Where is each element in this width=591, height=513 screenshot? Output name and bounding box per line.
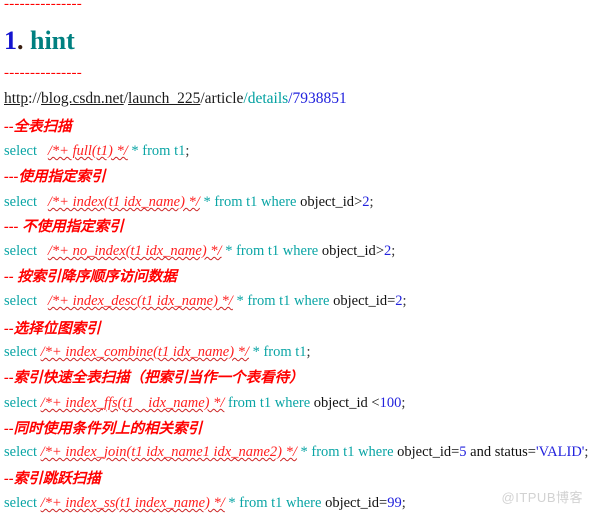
sql-index-join-string: 'VALID': [535, 444, 585, 460]
sql-index-join-body: * from t1 where: [296, 444, 398, 460]
heading-word: hint: [30, 26, 75, 55]
comment-index-combine-text: --选择位图索引: [4, 321, 101, 337]
reference-url[interactable]: http://blog.csdn.net/launch_225/article/…: [4, 89, 347, 108]
document-page: --------------- 1. hint --------------- …: [0, 0, 591, 513]
heading-number: 1: [4, 26, 17, 55]
page-title: 1. hint: [4, 26, 75, 56]
sql-index-join-predicate-2: and status=: [466, 444, 536, 460]
url-path-2: article: [204, 90, 244, 107]
url-path-4: 7938851: [292, 90, 347, 107]
sql-index-combine-hint: /*+ index_combine(t1 idx_name) */: [40, 344, 249, 360]
heading-dot: .: [17, 26, 24, 55]
comment-no-index: --- 不使用指定索引: [4, 218, 589, 236]
comment-index-combine: --选择位图索引: [4, 320, 589, 338]
sql-index-body: * from t1 where: [199, 194, 301, 210]
sql-index-ffs-terminator: ;: [401, 395, 406, 411]
sql-index-ss-hint: /*+ index_ss(t1 index_name) */: [40, 495, 225, 511]
url-host: blog.csdn.net: [41, 90, 124, 107]
sql-full-terminator: ;: [185, 143, 190, 159]
comment-full-scan-text: --全表扫描: [4, 119, 72, 135]
sql-index-desc-terminator: ;: [402, 293, 407, 309]
sql-no-index-column: object_id: [321, 243, 376, 259]
sql-index-desc: select /*+ index_desc(t1 idx_name) */ * …: [4, 292, 589, 310]
sql-no-index-body: * from t1 where: [221, 243, 322, 259]
url-path-3: details: [247, 90, 289, 107]
sql-no-index-gap: [37, 243, 48, 259]
comment-full-scan: --全表扫描: [4, 118, 589, 136]
sql-index-join-hint: /*+ index_join(t1 idx_name1 idx_name2) *…: [40, 444, 297, 460]
sql-index-join: select /*+ index_join(t1 idx_name1 idx_n…: [4, 443, 589, 461]
comment-index-ss: --索引跳跃扫描: [4, 470, 589, 488]
divider-middle: ---------------: [4, 65, 82, 81]
sql-index-ffs-column: object_id: [313, 395, 372, 411]
comment-index-ffs: --索引快速全表扫描（把索引当作一个表看待）: [4, 369, 589, 387]
sql-index-join-keyword: select: [4, 444, 38, 460]
comment-index-desc: -- 按索引降序顺序访问数据: [4, 268, 589, 286]
sql-index-desc-keyword: select: [4, 293, 38, 309]
watermark: @ITPUB博客: [501, 490, 583, 505]
sql-no-index-keyword: select: [4, 243, 38, 259]
sql-index-combine-body: * from t1: [248, 344, 307, 360]
url-path-1: launch_225: [128, 90, 201, 107]
sql-index-ss-column: object_id: [325, 495, 380, 511]
sql-index-desc-column: object_id: [333, 293, 388, 309]
url-separator: ://: [28, 90, 42, 107]
sql-index-ss-value: 99: [387, 495, 402, 511]
sql-index-combine: select /*+ index_combine(t1 idx_name) */…: [4, 343, 589, 361]
sql-index-ffs-body: from t1 where: [224, 395, 314, 411]
sql-index-ss-operator: =: [379, 495, 388, 511]
comment-index-join: --同时使用条件列上的相关索引: [4, 420, 589, 438]
sql-index-ss-terminator: ;: [401, 495, 406, 511]
sql-index-join-terminator: ;: [584, 444, 589, 460]
sql-index-terminator: ;: [369, 194, 374, 210]
sql-index-join-value: 5: [459, 444, 467, 460]
sql-index: select /*+ index(t1 idx_name) */ * from …: [4, 193, 589, 211]
sql-full-body: * from t1: [127, 143, 186, 159]
sql-full: select /*+ full(t1) */ * from t1;: [4, 142, 589, 160]
sql-no-index-terminator: ;: [391, 243, 396, 259]
sql-no-index-operator: >: [375, 243, 384, 259]
sql-index-column: object_id: [300, 194, 355, 210]
sql-index-ss-keyword: select: [4, 495, 38, 511]
sql-index-join-column: object_id: [397, 444, 452, 460]
sql-index-keyword: select: [4, 194, 38, 210]
sql-index-combine-keyword: select: [4, 344, 38, 360]
comment-no-index-text: --- 不使用指定索引: [4, 219, 124, 235]
divider-top: ---------------: [4, 0, 82, 12]
sql-index-desc-value: 2: [395, 293, 403, 309]
comment-index-ss-text: --索引跳跃扫描: [4, 471, 101, 487]
sql-no-index-hint: /*+ no_index(t1 idx_name) */: [47, 243, 222, 259]
sql-index-ffs-keyword: select: [4, 395, 38, 411]
sql-index-combine-terminator: ;: [306, 344, 311, 360]
sql-index-ffs-hint: /*+ index_ffs(t1 idx_name) */: [40, 395, 225, 411]
sql-index-ffs-operator: <: [371, 395, 380, 411]
sql-index-desc-gap: [37, 293, 48, 309]
sql-index-ffs-value: 100: [379, 395, 402, 411]
comment-use-index-text: ---使用指定索引: [4, 169, 106, 185]
comment-index-ffs-text: --索引快速全表扫描（把索引当作一个表看待）: [4, 370, 304, 386]
sql-index-gap: [37, 194, 48, 210]
sql-full-keyword: select: [4, 143, 38, 159]
sql-index-hint: /*+ index(t1 idx_name) */: [47, 194, 200, 210]
url-scheme: http: [4, 90, 29, 107]
sql-index-ffs: select /*+ index_ffs(t1 idx_name) */ fro…: [4, 394, 589, 412]
sql-index-desc-body: * from t1 where: [232, 293, 334, 309]
sql-index-value: 2: [362, 194, 370, 210]
comment-index-join-text: --同时使用条件列上的相关索引: [4, 421, 203, 437]
sql-no-index: select /*+ no_index(t1 idx_name) */ * fr…: [4, 242, 589, 260]
sql-full-gap: [37, 143, 48, 159]
sql-full-hint: /*+ full(t1) */: [47, 143, 128, 159]
comment-use-index: ---使用指定索引: [4, 168, 589, 186]
comment-index-desc-text: -- 按索引降序顺序访问数据: [4, 269, 177, 285]
sql-index-ss-body: * from t1 where: [224, 495, 326, 511]
sql-index-desc-hint: /*+ index_desc(t1 idx_name) */: [47, 293, 233, 309]
